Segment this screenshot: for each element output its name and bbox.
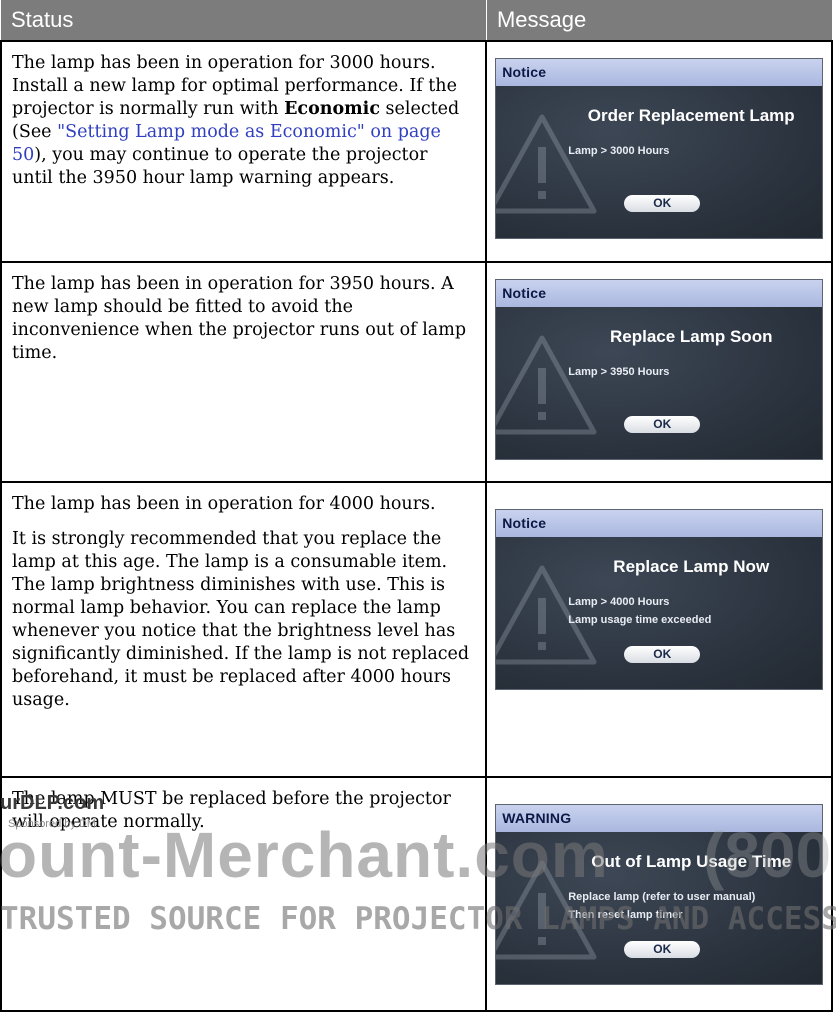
status-cell: The lamp has been in operation for 3950 …	[0, 261, 488, 483]
message-cell: Notice Replace Lamp Soon Lamp > 3950 Hou…	[485, 261, 833, 483]
watermark-site: urDLP.com	[0, 792, 105, 814]
table-row: The lamp MUST be replaced before the pro…	[0, 776, 833, 1012]
watermark-phone: (800	[703, 819, 832, 891]
message-column-header: Message	[485, 0, 832, 41]
status-text: It is strongly recommended that you repl…	[12, 529, 470, 710]
message-cell: Notice Order Replacement Lamp Lamp > 300…	[485, 40, 833, 263]
osd-detail-line: Lamp usage time exceeded	[568, 614, 712, 626]
osd-notice-dialog: Notice Replace Lamp Soon Lamp > 3950 Hou…	[495, 279, 824, 460]
table-header-row: Status Message	[1, 0, 832, 41]
watermark-tagline: TRUSTED SOURCE FOR PROJECTOR LAMPS AND A…	[0, 901, 836, 937]
osd-title-bar: Notice	[496, 510, 823, 537]
ok-button[interactable]: OK	[624, 941, 701, 958]
osd-title-bar: Notice	[496, 280, 823, 307]
osd-detail-line: Lamp > 3950 Hours	[568, 366, 670, 378]
table-row: The lamp has been in operation for 4000 …	[0, 481, 833, 778]
ok-button[interactable]: OK	[624, 646, 701, 663]
status-text: The lamp has been in operation for 3950 …	[12, 274, 467, 363]
osd-notice-dialog: Notice Order Replacement Lamp Lamp > 300…	[495, 58, 824, 239]
ok-button[interactable]: OK	[624, 195, 701, 212]
osd-heading: Order Replacement Lamp	[587, 106, 795, 125]
status-cell: The lamp has been in operation for 4000 …	[0, 481, 488, 778]
economic-term: Economic	[284, 99, 380, 119]
osd-heading: Replace Lamp Now	[613, 557, 770, 576]
status-column-header: Status	[1, 0, 487, 41]
status-cell: The lamp has been in operation for 3000 …	[0, 40, 488, 263]
osd-title-bar: Notice	[496, 59, 823, 86]
table-row: The lamp has been in operation for 3950 …	[0, 261, 833, 483]
table-row: The lamp has been in operation for 3000 …	[0, 40, 833, 263]
osd-detail-line: Lamp > 4000 Hours	[568, 596, 670, 608]
message-cell: WARNING Out of Lamp Usage Time Replace l…	[485, 776, 833, 1012]
osd-notice-dialog: Notice Replace Lamp Now Lamp > 4000 Hour…	[495, 509, 824, 690]
watermark-brand: ount-Merchant.com	[0, 819, 609, 891]
status-text: The lamp has been in operation for 3000 …	[12, 53, 460, 188]
status-text: The lamp has been in operation for 4000 …	[12, 494, 436, 514]
osd-detail-line: Lamp > 3000 Hours	[568, 145, 670, 157]
osd-heading: Replace Lamp Soon	[609, 327, 773, 346]
message-cell: Notice Replace Lamp Now Lamp > 4000 Hour…	[485, 481, 833, 778]
ok-button[interactable]: OK	[624, 416, 701, 433]
